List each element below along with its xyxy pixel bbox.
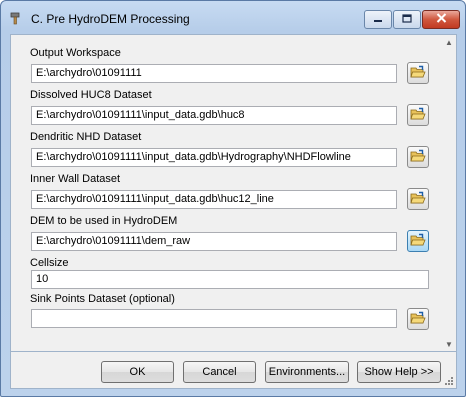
show-help-button[interactable]: Show Help >>: [357, 361, 441, 383]
dem-browse-button[interactable]: [407, 230, 429, 252]
minimize-icon: [373, 14, 383, 26]
scroll-down-arrow-icon[interactable]: ▼: [442, 337, 456, 351]
cancel-button[interactable]: Cancel: [183, 361, 256, 383]
resize-grip-icon[interactable]: [444, 376, 454, 386]
scroll-up-arrow-icon[interactable]: ▲: [442, 35, 456, 49]
sink-points-input[interactable]: [31, 309, 397, 328]
window-title: C. Pre HydroDEM Processing: [31, 12, 190, 26]
hammer-tool-icon: [9, 11, 23, 25]
inner-wall-label: Inner Wall Dataset: [30, 173, 121, 185]
open-folder-icon: [410, 233, 426, 250]
dialog-window: C. Pre HydroDEM Processing Output Worksp…: [0, 0, 466, 397]
inner-wall-input[interactable]: E:\archydro\01091111\input_data.gdb\huc1…: [31, 190, 397, 209]
ok-button[interactable]: OK: [101, 361, 174, 383]
cellsize-input[interactable]: 10: [31, 270, 429, 289]
close-icon: [436, 13, 447, 26]
output-workspace-input[interactable]: E:\archydro\01091111: [31, 64, 397, 83]
dendritic-nhd-label: Dendritic NHD Dataset: [30, 131, 142, 143]
close-button[interactable]: [422, 10, 460, 29]
title-bar[interactable]: C. Pre HydroDEM Processing: [1, 1, 465, 35]
maximize-icon: [402, 13, 412, 26]
inner-wall-browse-button[interactable]: [407, 188, 429, 210]
sink-points-browse-button[interactable]: [407, 308, 429, 330]
dendritic-nhd-browse-button[interactable]: [407, 146, 429, 168]
dem-label: DEM to be used in HydroDEM: [30, 215, 178, 227]
cellsize-label: Cellsize: [30, 257, 69, 269]
dissolved-huc8-input[interactable]: E:\archydro\01091111\input_data.gdb\huc8: [31, 106, 397, 125]
open-folder-icon: [410, 311, 426, 328]
output-workspace-browse-button[interactable]: [407, 62, 429, 84]
sink-points-label: Sink Points Dataset (optional): [30, 293, 175, 305]
open-folder-icon: [410, 149, 426, 166]
dendritic-nhd-input[interactable]: E:\archydro\01091111\input_data.gdb\Hydr…: [31, 148, 397, 167]
open-folder-icon: [410, 65, 426, 82]
minimize-button[interactable]: [364, 10, 392, 29]
dissolved-huc8-label: Dissolved HUC8 Dataset: [30, 89, 152, 101]
vertical-scrollbar[interactable]: ▲ ▼: [442, 35, 456, 351]
parameters-panel: Output Workspace E:\archydro\01091111 Di…: [10, 34, 457, 352]
dissolved-huc8-browse-button[interactable]: [407, 104, 429, 126]
dem-input[interactable]: E:\archydro\01091111\dem_raw: [31, 232, 397, 251]
open-folder-icon: [410, 107, 426, 124]
maximize-button[interactable]: [393, 10, 421, 29]
environments-button[interactable]: Environments...: [265, 361, 349, 383]
output-workspace-label: Output Workspace: [30, 47, 121, 59]
open-folder-icon: [410, 191, 426, 208]
button-bar: OK Cancel Environments... Show Help >>: [10, 352, 457, 389]
